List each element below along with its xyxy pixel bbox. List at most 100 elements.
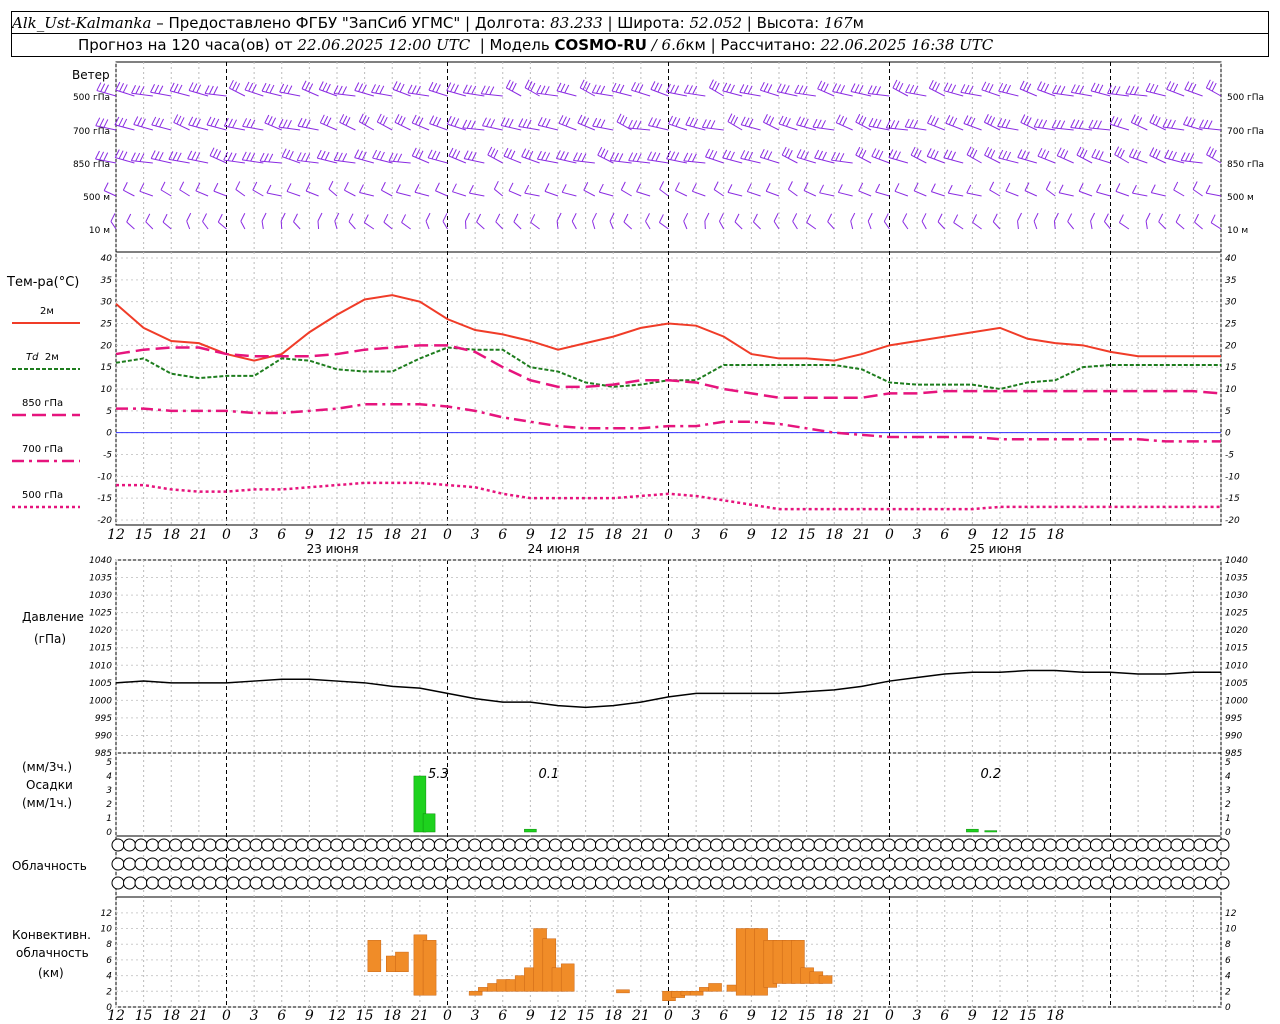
wind-flag-4-26-0 bbox=[348, 213, 354, 222]
cloud-circle-1-7.5 bbox=[180, 857, 194, 871]
wind-flag-0-64-1 bbox=[688, 85, 693, 94]
cloud-circle-2-41.25 bbox=[491, 876, 505, 890]
wind-flag-3-74-0 bbox=[787, 181, 793, 190]
wind-barb-1-10 bbox=[188, 124, 209, 131]
wind-flag-2-114-1 bbox=[1152, 148, 1158, 158]
wind-barb-4-74 bbox=[792, 221, 798, 230]
wind-barb-4-82 bbox=[867, 220, 872, 230]
wind-flag-1-96-2 bbox=[990, 117, 996, 126]
wind-flag-0-82-0 bbox=[850, 83, 856, 92]
wind-flag-2-62-1 bbox=[670, 151, 676, 160]
wind-barb-3-64 bbox=[692, 190, 706, 197]
conv-ytick-l-4: 4 bbox=[106, 972, 112, 982]
wind-flag-2-56-0 bbox=[609, 152, 615, 161]
conv-bar-2 bbox=[395, 951, 409, 972]
wind-barb-0-34 bbox=[407, 92, 430, 97]
cloud-circle-2-26.25 bbox=[353, 876, 367, 890]
wind-flag-2-48-0 bbox=[536, 150, 542, 160]
cloud-circle-0-77.5 bbox=[825, 838, 839, 852]
temp-ytick-r-8: 0 bbox=[1225, 429, 1231, 439]
wind-flag-0-14-0 bbox=[228, 79, 234, 89]
cloud-circle-0-3.75 bbox=[146, 838, 160, 852]
cloud-circle-0-20 bbox=[295, 838, 309, 852]
wind-flag-3-24-0 bbox=[328, 180, 334, 190]
wind-flag-4-104-0 bbox=[1067, 213, 1073, 222]
wind-barb-4-18 bbox=[280, 220, 283, 230]
wind-flag-4-86-0 bbox=[902, 213, 908, 222]
cloud-circle-1-38.75 bbox=[468, 857, 482, 871]
wind-barb-2-48 bbox=[537, 158, 559, 164]
wind-barb-3-62 bbox=[675, 189, 688, 197]
conv-bar-15 bbox=[560, 963, 575, 992]
cloud-circle-1-45 bbox=[525, 857, 539, 871]
cloud-circle-2-40 bbox=[479, 876, 493, 890]
wind-flag-1-72-2 bbox=[769, 117, 775, 126]
wind-barb-1-48 bbox=[538, 124, 559, 131]
cloud-circle-2-23.75 bbox=[330, 876, 344, 890]
wind-barb-4-16 bbox=[261, 220, 264, 230]
wind-flag-2-92-2 bbox=[951, 151, 956, 161]
cloud-circle-2-30 bbox=[387, 876, 401, 890]
xtick-bot-31: 9 bbox=[968, 1008, 977, 1024]
wind-barb-1-8 bbox=[173, 121, 190, 131]
wind-flag-0-32-2 bbox=[399, 83, 405, 93]
wind-flag-1-22-0 bbox=[297, 117, 303, 127]
wind-flag-2-116-1 bbox=[1168, 150, 1174, 160]
prec-ytick-r-5: 0 bbox=[1225, 828, 1231, 838]
wind-flag-1-106-1 bbox=[1074, 119, 1080, 129]
wind-flag-0-60-0 bbox=[650, 81, 656, 90]
wind-flag-2-72-0 bbox=[759, 149, 765, 158]
cloud-circle-2-11.25 bbox=[215, 876, 229, 890]
wind-barb-3-106 bbox=[1078, 190, 1093, 197]
pres-ytick-r-9: 995 bbox=[1225, 714, 1242, 724]
wind-barb-0-100 bbox=[1019, 88, 1038, 97]
wind-flag-4-36-0 bbox=[442, 213, 448, 222]
cloud-circle-2-77.5 bbox=[825, 876, 839, 890]
wind-flag-0-98-1 bbox=[1002, 83, 1008, 93]
cloud-circle-1-105 bbox=[1078, 857, 1092, 871]
cloud-circle-0-115 bbox=[1170, 838, 1184, 852]
wind-barb-0-60 bbox=[650, 88, 669, 97]
wind-flag-2-10-0 bbox=[187, 150, 193, 160]
wind-barb-4-108 bbox=[1104, 221, 1111, 230]
wind-flag-1-80-1 bbox=[839, 115, 844, 125]
wind-barb-0-20 bbox=[279, 91, 301, 97]
wind-flag-0-34-1 bbox=[411, 85, 417, 94]
wind-flag-4-108-0 bbox=[1103, 213, 1109, 222]
cloud-circle-0-82.5 bbox=[871, 838, 885, 852]
wind-flag-0-74-2 bbox=[784, 85, 790, 94]
cloud-circle-0-1.25 bbox=[123, 838, 137, 852]
wind-flag-2-6-0 bbox=[150, 150, 156, 159]
cloud-circle-2-78.75 bbox=[836, 876, 850, 890]
cloud-circle-0-30 bbox=[387, 838, 401, 852]
wind-barb-1-88 bbox=[905, 126, 927, 131]
wind-flag-2-6-1 bbox=[154, 151, 160, 160]
wind-flag-2-96-1 bbox=[987, 148, 993, 157]
temp-ytick-l-10: -10 bbox=[97, 472, 112, 482]
wind-flag-2-66-0 bbox=[705, 148, 710, 158]
cloud-circle-2-33.75 bbox=[422, 876, 436, 890]
wind-flag-2-104-1 bbox=[1060, 148, 1065, 158]
xtick-bot-9: 15 bbox=[356, 1008, 374, 1024]
pres-ytick-l-1: 1035 bbox=[89, 574, 112, 584]
xtick-bot-22: 6 bbox=[719, 1008, 728, 1024]
wind-barb-4-96 bbox=[992, 221, 1001, 230]
wind-barb-4-34 bbox=[425, 220, 430, 230]
wind-flag-3-94-0 bbox=[966, 184, 972, 194]
prec-ytick-r-1: 4 bbox=[1225, 772, 1231, 782]
wind-flag-2-110-0 bbox=[1114, 146, 1120, 155]
temp-ytick-r-0: 40 bbox=[1225, 254, 1237, 264]
wind-flag-4-52-0 bbox=[592, 212, 597, 222]
wind-flag-0-0-0 bbox=[96, 82, 102, 91]
wind-flag-3-104-0 bbox=[1058, 184, 1064, 193]
wind-flag-2-84-0 bbox=[871, 148, 877, 157]
wind-barb-3-56 bbox=[621, 189, 632, 197]
wind-flag-2-44-0 bbox=[503, 147, 509, 157]
xtick-mid-7: 9 bbox=[305, 527, 314, 543]
conv-bar-16 bbox=[616, 989, 630, 994]
wind-barb-0-92 bbox=[943, 90, 964, 97]
cloud-circle-0-81.25 bbox=[859, 838, 873, 852]
wind-flag-0-56-1 bbox=[615, 83, 621, 93]
wind-flag-1-84-1 bbox=[872, 118, 878, 128]
cloud-circle-2-21.25 bbox=[307, 876, 321, 890]
